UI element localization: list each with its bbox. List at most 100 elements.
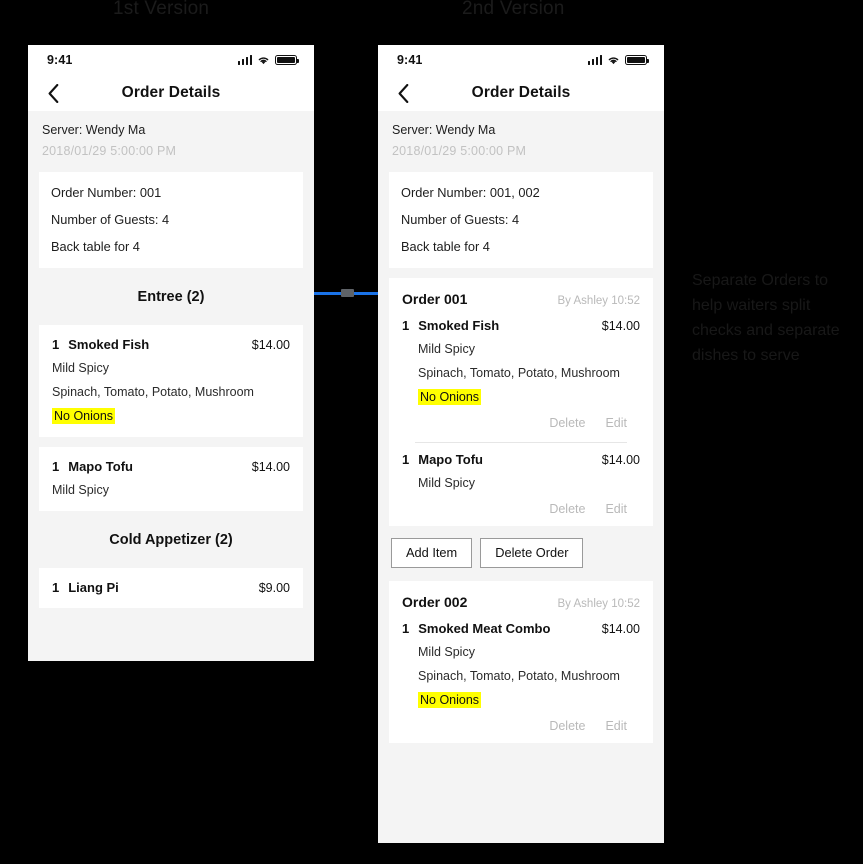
dish-header: 1 Smoked Meat Combo $14.00 <box>402 621 640 636</box>
order-meta-card-v1: Order Number: 001 Number of Guests: 4 Ba… <box>39 172 303 268</box>
card-gap <box>378 268 664 278</box>
connector-handle[interactable] <box>341 289 354 297</box>
dish-name-line: 1 Smoked Fish <box>402 318 499 333</box>
dish-name-line: 1 Liang Pi <box>52 580 119 595</box>
content-scroll-v1[interactable]: Server: Wendy Ma 2018/01/29 5:00:00 PM O… <box>28 111 314 661</box>
dish-options: Mild Spicy <box>418 476 640 491</box>
order-card-header: Order 001 By Ashley 10:52 <box>389 278 653 309</box>
dish-option: Mild Spicy <box>418 645 475 659</box>
dish-option: Mild Spicy <box>52 361 109 375</box>
dish-price: $14.00 <box>601 453 640 467</box>
server-info-v1: Server: Wendy Ma 2018/01/29 5:00:00 PM <box>28 111 314 172</box>
dish-header: 1 Mapo Tofu $14.00 <box>52 459 290 474</box>
add-item-button[interactable]: Add Item <box>391 538 473 568</box>
edit-item-button[interactable]: Edit <box>605 502 627 516</box>
dish-row[interactable]: 1 Smoked Fish $14.00 Mild Spicy Spinach, … <box>39 325 303 437</box>
status-bar: 9:41 <box>378 45 664 75</box>
order-number: Order Number: 001 <box>51 185 162 200</box>
dish-price: $14.00 <box>601 622 640 636</box>
dish-qty: 1 <box>52 580 60 595</box>
dish-option: Spinach, Tomato, Potato, Mushroom <box>418 366 620 380</box>
dish-title: Smoked Fish <box>418 318 500 333</box>
dish-row-actions: Delete Edit <box>402 708 640 733</box>
order-meta-card-v2: Order Number: 001, 002 Number of Guests:… <box>389 172 653 268</box>
wifi-icon <box>608 57 619 65</box>
dish-note-wrap: No Onions <box>52 408 290 424</box>
order-card-002: Order 002 By Ashley 10:52 1 Smoked Meat C… <box>389 581 653 743</box>
dish-note-wrap: No Onions <box>418 692 640 708</box>
delete-item-button[interactable]: Delete <box>549 502 585 516</box>
battery-icon <box>625 54 649 66</box>
delete-item-button[interactable]: Delete <box>549 416 585 430</box>
order-card-001: Order 001 By Ashley 10:52 1 Smoked Fish $… <box>389 278 653 526</box>
wifi-icon <box>258 57 269 65</box>
category-header-entree: Entree (2) <box>28 268 314 325</box>
dish-row[interactable]: 1 Smoked Fish $14.00 Mild Spicy Spinach, … <box>389 309 653 443</box>
server-info-v2: Server: Wendy Ma 2018/01/29 5:00:00 PM <box>378 111 664 172</box>
dish-row[interactable]: 1 Liang Pi $9.00 <box>39 568 303 608</box>
dish-option: Mild Spicy <box>418 342 475 356</box>
dish-options: Mild Spicy <box>52 483 290 498</box>
status-time: 9:41 <box>397 53 423 67</box>
bottom-spacer <box>28 608 314 634</box>
guest-count: Number of Guests: 4 <box>51 212 170 227</box>
dish-price: $14.00 <box>251 338 290 352</box>
table-note: Back table for 4 <box>401 239 490 254</box>
dish-row[interactable]: 1 Mapo Tofu $14.00 Mild Spicy Delete Edit <box>389 443 653 516</box>
dish-option: Spinach, Tomato, Potato, Mushroom <box>418 669 620 683</box>
bottom-spacer <box>378 743 664 769</box>
dish-row[interactable]: 1 Mapo Tofu $14.00 Mild Spicy <box>39 447 303 511</box>
dish-title: Smoked Meat Combo <box>418 621 551 636</box>
dish-option: Mild Spicy <box>418 476 475 490</box>
dish-header: 1 Smoked Fish $14.00 <box>52 337 290 352</box>
back-button[interactable] <box>42 82 64 104</box>
dish-note-highlight: No Onions <box>418 692 482 708</box>
delete-item-button[interactable]: Delete <box>549 719 585 733</box>
screen-version-1: 9:41 Order Details Server: Wendy Ma 2018… <box>28 45 314 661</box>
edit-item-button[interactable]: Edit <box>605 719 627 733</box>
server-name: Server: Wendy Ma <box>392 123 496 137</box>
annotation-note: Separate Orders to help waiters split ch… <box>692 272 840 364</box>
dish-price: $14.00 <box>251 460 290 474</box>
order-card-header: Order 002 By Ashley 10:52 <box>389 581 653 612</box>
signal-icon <box>587 55 602 65</box>
dish-option: Spinach, Tomato, Potato, Mushroom <box>52 385 254 399</box>
guest-count: Number of Guests: 4 <box>401 212 520 227</box>
dish-name-line: 1 Smoked Fish <box>52 337 149 352</box>
status-icons <box>587 54 649 66</box>
dish-header: 1 Mapo Tofu $14.00 <box>402 452 640 467</box>
phone-mockup-version-1: 9:41 Order Details Server: Wendy Ma 2018… <box>28 45 314 661</box>
delete-order-button[interactable]: Delete Order <box>480 538 584 568</box>
dish-header: 1 Liang Pi $9.00 <box>52 580 290 595</box>
category-header-cold-appetizer: Cold Appetizer (2) <box>28 511 314 568</box>
nav-bar: Order Details <box>28 75 314 111</box>
dish-row-actions: Delete Edit <box>402 491 640 516</box>
phone-mockup-version-2: 9:41 Order Details Server: Wendy Ma 2018… <box>378 45 664 843</box>
dish-title: Liang Pi <box>68 580 119 595</box>
order-title: Order 002 <box>402 594 468 610</box>
battery-icon <box>275 54 299 66</box>
dish-price: $9.00 <box>258 581 290 595</box>
dish-row[interactable]: 1 Smoked Meat Combo $14.00 Mild Spicy Spi… <box>389 612 653 733</box>
dish-note-highlight: No Onions <box>418 389 482 405</box>
server-datetime: 2018/01/29 5:00:00 PM <box>42 144 177 158</box>
dish-name-line: 1 Mapo Tofu <box>52 459 133 474</box>
dish-title: Smoked Fish <box>68 337 150 352</box>
dish-header: 1 Smoked Fish $14.00 <box>402 318 640 333</box>
dish-name-line: 1 Mapo Tofu <box>402 452 483 467</box>
edit-item-button[interactable]: Edit <box>605 416 627 430</box>
content-scroll-v2[interactable]: Server: Wendy Ma 2018/01/29 5:00:00 PM O… <box>378 111 664 843</box>
server-name: Server: Wendy Ma <box>42 123 146 137</box>
chevron-left-icon <box>48 83 58 103</box>
status-time: 9:41 <box>47 53 73 67</box>
dish-options: Mild Spicy Spinach, Tomato, Potato, Mush… <box>418 645 640 708</box>
order-action-bar: Add Item Delete Order <box>378 526 664 581</box>
dish-title: Mapo Tofu <box>68 459 133 474</box>
back-button[interactable] <box>392 82 414 104</box>
status-icons <box>237 54 299 66</box>
dish-options: Mild Spicy Spinach, Tomato, Potato, Mush… <box>418 342 640 405</box>
order-number: Order Number: 001, 002 <box>401 185 540 200</box>
server-datetime: 2018/01/29 5:00:00 PM <box>392 144 527 158</box>
dish-options: Mild Spicy Spinach, Tomato, Potato, Mush… <box>52 361 290 424</box>
order-author: By Ashley 10:52 <box>557 295 640 307</box>
